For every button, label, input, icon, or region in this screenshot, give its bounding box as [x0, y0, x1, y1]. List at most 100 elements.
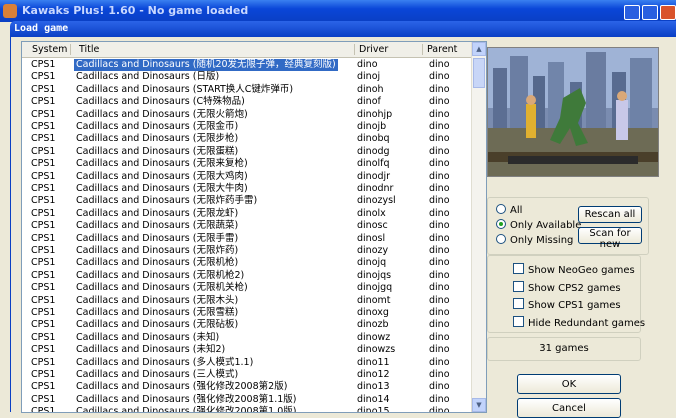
table-row[interactable]: CPS1 Cadillacs and Dinosaurs (无限机关枪) dinoj… [22, 282, 472, 294]
row-parent: dino [429, 344, 450, 356]
row-system: CPS1 [31, 108, 56, 120]
table-row[interactable]: CPS1 Cadillacs and Dinosaurs (无限大牛肉) dinod… [22, 183, 472, 195]
row-parent: dino [429, 356, 450, 368]
table-row[interactable]: CPS1 Cadillacs and Dinosaurs (无限来复枪) dinol… [22, 158, 472, 170]
table-row[interactable]: CPS1 Cadillacs and Dinosaurs (无限木头) dinomt… [22, 295, 472, 307]
table-row[interactable]: CPS1 Cadillacs and Dinosaurs (无限炸药手雷) dino… [22, 195, 472, 207]
row-system: CPS1 [31, 319, 56, 331]
ok-button[interactable]: OK [517, 374, 621, 394]
row-title: Cadillacs and Dinosaurs (无限蔬菜) [76, 220, 239, 232]
option-checkbox-1[interactable]: Show CPS2 games [513, 280, 621, 294]
row-system: CPS1 [31, 59, 56, 70]
row-parent: dino [429, 121, 450, 132]
row-system: CPS1 [31, 245, 56, 256]
header-system[interactable]: System [32, 44, 67, 55]
table-row[interactable]: CPS1 Cadillacs and Dinosaurs (无限手雷) dinosl… [22, 233, 472, 245]
row-parent: dino [429, 393, 450, 405]
checkbox-icon[interactable] [513, 280, 524, 292]
table-row[interactable]: CPS1 Cadillacs and Dinosaurs (无限步枪) dinobq… [22, 133, 472, 145]
rescan-all-button[interactable]: Rescan all [578, 206, 642, 223]
row-title: Cadillacs and Dinosaurs (多人模式1.1) [76, 356, 254, 368]
table-row[interactable]: CPS1 Cadillacs and Dinosaurs (三人模式) dino12… [22, 369, 472, 381]
table-row[interactable]: CPS1 Cadillacs and Dinosaurs (无限机枪2) dinoj… [22, 270, 472, 282]
table-row[interactable]: CPS1 Cadillacs and Dinosaurs (无限蔬菜) dinosc… [22, 220, 472, 232]
row-title: Cadillacs and Dinosaurs (日版) [76, 71, 220, 83]
table-row[interactable]: CPS1 Cadillacs and Dinosaurs (无限砧板) dinozb… [22, 319, 472, 331]
row-parent: dino [429, 108, 450, 120]
row-title: Cadillacs and Dinosaurs (未知) [76, 331, 220, 343]
option-checkbox-3[interactable]: Hide Redundant games [513, 315, 645, 329]
row-system: CPS1 [31, 170, 56, 182]
row-title: Cadillacs and Dinosaurs (无限雪糕) [76, 307, 239, 318]
list-scrollbar[interactable]: ▲ ▼ [471, 42, 486, 412]
row-title: Cadillacs and Dinosaurs (强化修改2008第1.1版) [76, 393, 297, 405]
radio-filter-0[interactable]: All [496, 204, 522, 216]
row-system: CPS1 [31, 158, 56, 170]
radio-icon[interactable] [496, 234, 506, 244]
header-title[interactable]: Title [79, 44, 99, 55]
row-driver: dino14 [357, 393, 390, 405]
table-row[interactable]: CPS1 Cadillacs and Dinosaurs (强化修改2008第1.… [22, 394, 472, 406]
row-driver: dinobq [357, 133, 390, 145]
radio-icon[interactable] [496, 219, 506, 229]
scan-for-new-button[interactable]: Scan for new [578, 227, 642, 250]
row-parent: dino [429, 319, 450, 331]
row-title: Cadillacs and Dinosaurs (无限炸药手雷) [76, 195, 258, 207]
table-row[interactable]: CPS1 Cadillacs and Dinosaurs (无限大鸡肉) dinod… [22, 171, 472, 183]
row-parent: dino [429, 158, 450, 170]
radio-icon[interactable] [496, 204, 506, 214]
game-list[interactable]: System Title Driver Parent CPS1 Cadillacs… [21, 41, 487, 413]
checkbox-icon[interactable] [513, 315, 524, 327]
row-parent: dino [429, 59, 450, 70]
header-driver[interactable]: Driver [359, 44, 388, 55]
row-title: Cadillacs and Dinosaurs (无限木头) [76, 294, 239, 306]
row-system: CPS1 [31, 121, 56, 132]
table-row[interactable]: CPS1 Cadillacs and Dinosaurs (无限蛋糕) dinodg… [22, 146, 472, 158]
table-row[interactable]: CPS1 Cadillacs and Dinosaurs (无限雪糕) dinoxg… [22, 307, 472, 319]
availability-filter-group: All Only Available Only Missing Rescan all… [487, 197, 649, 255]
cancel-button[interactable]: Cancel [517, 398, 621, 418]
option-checkbox-0[interactable]: Show NeoGeo games [513, 263, 635, 276]
row-parent: dino [429, 294, 450, 306]
table-row[interactable]: CPS1 Cadillacs and Dinosaurs (C特殊物品) dinof… [22, 96, 472, 108]
row-system: CPS1 [31, 331, 56, 343]
table-row[interactable]: CPS1 Cadillacs and Dinosaurs (未知2) dinowzs… [22, 344, 472, 356]
row-system: CPS1 [31, 183, 56, 194]
table-row[interactable]: CPS1 Cadillacs and Dinosaurs (日版) dinoj din… [22, 71, 472, 83]
scroll-thumb[interactable] [473, 58, 485, 88]
scroll-up-icon[interactable]: ▲ [472, 42, 486, 56]
maximize-button[interactable] [642, 5, 658, 20]
radio-filter-2[interactable]: Only Missing [496, 234, 573, 246]
close-button[interactable] [660, 5, 676, 20]
table-row[interactable]: CPS1 Cadillacs and Dinosaurs (无限龙虾) dinolx… [22, 208, 472, 220]
row-system: CPS1 [31, 393, 56, 405]
table-row[interactable]: CPS1 Cadillacs and Dinosaurs (START换人C键炸弹… [22, 84, 472, 96]
table-row[interactable]: CPS1 Cadillacs and Dinosaurs (无限火箭炮) dinoh… [22, 109, 472, 121]
table-row[interactable]: CPS1 Cadillacs and Dinosaurs (无限金币) dinojb… [22, 121, 472, 133]
table-row[interactable]: CPS1 Cadillacs and Dinosaurs (强化修改2008第2版… [22, 381, 472, 393]
row-title: Cadillacs and Dinosaurs (无限砧板) [76, 319, 239, 331]
radio-filter-1[interactable]: Only Available [496, 219, 581, 231]
scroll-down-icon[interactable]: ▼ [472, 398, 486, 412]
row-title: Cadillacs and Dinosaurs (三人模式) [76, 369, 239, 380]
row-driver: dino [357, 59, 378, 70]
table-row[interactable]: CPS1 Cadillacs and Dinosaurs (多人模式1.1) din… [22, 357, 472, 369]
checkbox-label: Show CPS1 games [528, 300, 621, 311]
row-driver: dinolfq [357, 158, 390, 170]
header-parent[interactable]: Parent [427, 44, 457, 55]
table-row[interactable]: CPS1 Cadillacs and Dinosaurs (无限炸药) dinozy… [22, 245, 472, 257]
window-title: Kawaks Plus! 1.60 - No game loaded [22, 4, 249, 17]
row-system: CPS1 [31, 307, 56, 318]
row-driver: dinojq [357, 257, 387, 269]
table-row[interactable]: CPS1 Cadillacs and Dinosaurs (未知) dinowz di… [22, 332, 472, 344]
minimize-button[interactable] [624, 5, 640, 20]
checkbox-icon[interactable] [513, 298, 524, 309]
checkbox-icon[interactable] [513, 263, 524, 274]
table-row[interactable]: CPS1 Cadillacs and Dinosaurs (随机20发无限子弹，经… [22, 59, 472, 71]
option-checkbox-2[interactable]: Show CPS1 games [513, 298, 621, 311]
row-parent: dino [429, 83, 450, 95]
row-parent: dino [429, 145, 450, 157]
table-row[interactable]: CPS1 Cadillacs and Dinosaurs (无限机枪) dinojq… [22, 257, 472, 269]
row-driver: dinojb [357, 121, 387, 132]
row-title: Cadillacs and Dinosaurs (强化修改2008第2版) [76, 381, 288, 393]
